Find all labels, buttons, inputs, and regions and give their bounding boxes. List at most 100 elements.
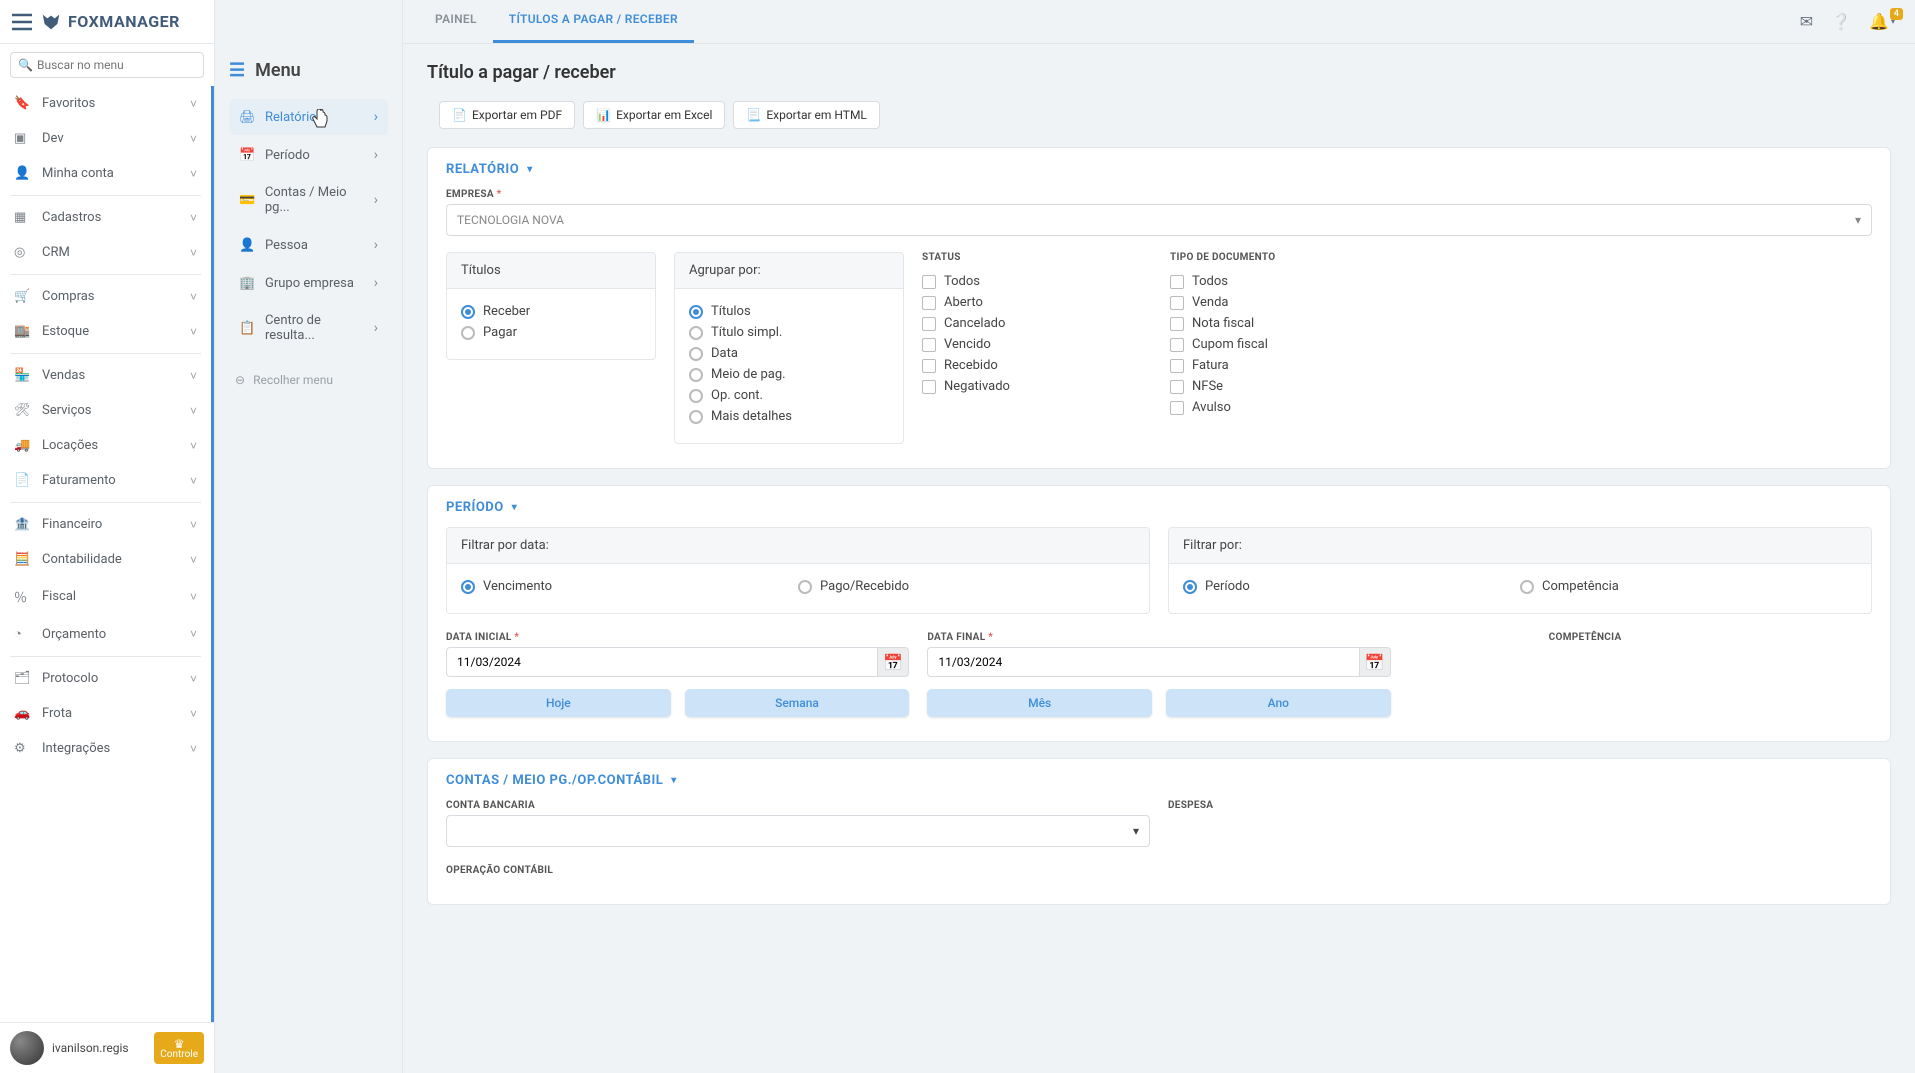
chk-tipodoc-nfse[interactable]: NFSe (1170, 376, 1400, 397)
subnav-centro-resultado[interactable]: 📋Centro de resulta...› (229, 303, 388, 353)
nav-contabilidade[interactable]: 🧮Contabilidade˅ (0, 542, 211, 577)
data-final-input[interactable] (927, 647, 1358, 677)
nav-dev[interactable]: ▣Dev˅ (0, 121, 211, 156)
panel-periodo-header[interactable]: PERÍODO▾ (428, 486, 1890, 515)
username: ivanilson.regis (52, 1041, 129, 1055)
chk-status-aberto[interactable]: Aberto (922, 292, 1152, 313)
collapse-menu-button[interactable]: ⊖Recolher menu (229, 373, 388, 387)
empresa-select[interactable]: TECNOLOGIA NOVA▾ (446, 204, 1872, 236)
radio-pago-recebido[interactable]: Pago/Recebido (798, 576, 1135, 597)
chk-tipodoc-venda[interactable]: Venda (1170, 292, 1400, 313)
filtrar-data-heading: Filtrar por data: (447, 528, 1149, 564)
shortcut-ano[interactable]: Ano (1166, 689, 1391, 717)
data-final-calendar-button[interactable]: 📅 (1359, 647, 1391, 677)
radio-pagar[interactable]: Pagar (461, 322, 641, 343)
gear-icon: ⚙ (14, 741, 34, 756)
help-icon[interactable]: ❔ (1831, 12, 1851, 31)
chevron-down-icon: ˅ (190, 672, 197, 686)
tab-painel[interactable]: PAINEL (419, 0, 493, 43)
wallet-icon: 💳 (239, 193, 259, 208)
chk-status-negativado[interactable]: Negativado (922, 376, 1152, 397)
calendar-icon: 📅 (883, 653, 903, 672)
chk-status-todos[interactable]: Todos (922, 271, 1152, 292)
percent-icon: ％ (14, 587, 34, 606)
chart-icon: ◔ (14, 626, 34, 642)
nav-favoritos[interactable]: 🔖Favoritos˅ (0, 86, 211, 121)
radio-agrupar-meio-pag[interactable]: Meio de pag. (689, 364, 889, 385)
radio-vencimento[interactable]: Vencimento (461, 576, 798, 597)
chk-tipodoc-fatura[interactable]: Fatura (1170, 355, 1400, 376)
chk-status-recebido[interactable]: Recebido (922, 355, 1152, 376)
chk-tipodoc-todos[interactable]: Todos (1170, 271, 1400, 292)
chk-tipodoc-avulso[interactable]: Avulso (1170, 397, 1400, 418)
shortcut-semana[interactable]: Semana (685, 689, 910, 717)
export-pdf-button[interactable]: 📄Exportar em PDF (439, 101, 575, 129)
radio-competencia[interactable]: Competência (1520, 576, 1857, 597)
search-input[interactable] (10, 52, 204, 78)
radio-periodo[interactable]: Período (1183, 576, 1520, 597)
radio-agrupar-titulo-simpl[interactable]: Título simpl. (689, 322, 889, 343)
fieldset-filtrar-por: Filtrar por: Período Competência (1168, 527, 1872, 614)
subnav-periodo[interactable]: 📅Período› (229, 137, 388, 173)
topbar: PAINEL TÍTULOS A PAGAR / RECEBER ✉ ❔ 🔔4▾ (403, 0, 1915, 44)
export-excel-button[interactable]: 📊Exportar em Excel (583, 101, 725, 129)
chevron-down-icon: ˅ (190, 707, 197, 721)
logo[interactable]: FOXMANAGER (40, 11, 180, 33)
nav-orcamento[interactable]: ◔Orçamento˅ (0, 616, 211, 652)
nav-vendas[interactable]: 🏪Vendas˅ (0, 358, 211, 393)
tab-titulos[interactable]: TÍTULOS A PAGAR / RECEBER (493, 0, 694, 43)
panel-contas: CONTAS / MEIO PG./OP.CONTÁBIL▾ CONTA BAN… (427, 758, 1891, 905)
chk-tipodoc-cupom-fiscal[interactable]: Cupom fiscal (1170, 334, 1400, 355)
nav-estoque[interactable]: 🏬Estoque˅ (0, 314, 211, 349)
nav-minha-conta[interactable]: 👤Minha conta˅ (0, 156, 211, 191)
page-title: Título a pagar / receber (427, 62, 1891, 83)
radio-agrupar-data[interactable]: Data (689, 343, 889, 364)
radio-agrupar-mais-detalhes[interactable]: Mais detalhes (689, 406, 889, 427)
chk-status-vencido[interactable]: Vencido (922, 334, 1152, 355)
building-icon: 🏢 (239, 276, 259, 291)
controle-badge[interactable]: ♛Controle (154, 1032, 204, 1064)
nav-protocolo[interactable]: 🗂Protocolo˅ (0, 661, 211, 696)
export-html-button[interactable]: 📃Exportar em HTML (733, 101, 880, 129)
caret-down-icon: ▾ (671, 775, 677, 786)
panel-relatorio-header[interactable]: RELATÓRIO▾ (428, 148, 1890, 177)
nav-financeiro[interactable]: 🏦Financeiro˅ (0, 507, 211, 542)
nav-cadastros[interactable]: ▦Cadastros˅ (0, 200, 211, 235)
conta-bancaria-select[interactable]: ▾ (446, 815, 1150, 847)
caret-down-icon: ▾ (1133, 824, 1139, 838)
subnav-relatorio[interactable]: 🖨 Relatório › (229, 99, 388, 135)
fieldset-agrupar: Agrupar por: Títulos Título simpl. Data … (674, 252, 904, 444)
nav-locacoes[interactable]: 🚚Locações˅ (0, 428, 211, 463)
radio-agrupar-titulos[interactable]: Títulos (689, 301, 889, 322)
search-icon: 🔍 (18, 58, 33, 72)
conta-bancaria-label: CONTA BANCARIA (446, 800, 1150, 811)
nav-crm[interactable]: ◎CRM˅ (0, 235, 211, 270)
data-inicial-input[interactable] (446, 647, 877, 677)
nav-frota[interactable]: 🚗Frota˅ (0, 696, 211, 731)
subnav-contas-meio-pg[interactable]: 💳Contas / Meio pg...› (229, 175, 388, 225)
chk-status-cancelado[interactable]: Cancelado (922, 313, 1152, 334)
hamburger-button[interactable] (8, 8, 36, 36)
nav-servicos[interactable]: 🛠Serviços˅ (0, 393, 211, 428)
envelope-icon[interactable]: ✉ (1800, 12, 1813, 31)
chk-tipodoc-nota-fiscal[interactable]: Nota fiscal (1170, 313, 1400, 334)
panel-contas-header[interactable]: CONTAS / MEIO PG./OP.CONTÁBIL▾ (428, 759, 1890, 788)
caret-down-icon: ▾ (1855, 213, 1861, 227)
subnav-grupo-empresa[interactable]: 🏢Grupo empresa› (229, 265, 388, 301)
warehouse-icon: 🏬 (14, 324, 34, 339)
panel-periodo: PERÍODO▾ Filtrar por data: Vencimento Pa… (427, 485, 1891, 742)
nav-fiscal[interactable]: ％Fiscal˅ (0, 577, 211, 616)
bell-icon[interactable]: 🔔4▾ (1869, 12, 1895, 31)
radio-agrupar-op-cont[interactable]: Op. cont. (689, 385, 889, 406)
shortcut-mes[interactable]: Mês (927, 689, 1152, 717)
data-inicial-calendar-button[interactable]: 📅 (877, 647, 909, 677)
shortcut-hoje[interactable]: Hoje (446, 689, 671, 717)
nav-compras[interactable]: 🛒Compras˅ (0, 279, 211, 314)
chevron-right-icon: › (374, 275, 378, 291)
subnav-pessoa[interactable]: 👤Pessoa› (229, 227, 388, 263)
nav-integracoes[interactable]: ⚙Integrações˅ (0, 731, 211, 766)
radio-receber[interactable]: Receber (461, 301, 641, 322)
avatar[interactable] (10, 1031, 44, 1065)
nav-faturamento[interactable]: 📄Faturamento˅ (0, 463, 211, 498)
chevron-down-icon: ˅ (190, 742, 197, 756)
